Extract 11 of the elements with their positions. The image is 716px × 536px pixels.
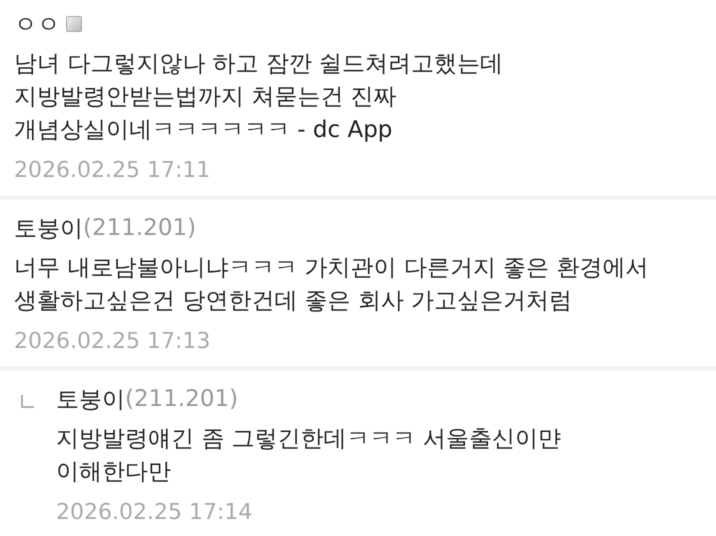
- comment-date: 2026.02.25 17:13: [14, 328, 212, 356]
- author-name: ㅇㅇ: [14, 10, 60, 40]
- comment-date: 2026.02.25 17:11: [14, 157, 212, 185]
- author-name: 토붕이: [14, 214, 83, 244]
- author-name: 토붕이: [56, 386, 125, 414]
- ip-address: (211.201): [125, 386, 238, 412]
- comment-date: 2026.02.25 17:14: [56, 499, 254, 527]
- ip-address: (211.201): [83, 215, 196, 241]
- comment-text: 너무 내로남불아니냐ㅋㅋㅋ 가치관이 다른거지 좋은 환경에서 생활하고싶은건 당연한건데 좋은 회사 가고싶은거처럼: [14, 254, 650, 316]
- comment-text: 남녀 다그렇지않나 하고 잠깐 쉴드쳐려고했는데 지방발령안받는법까지 쳐묻는건 진짜 개념상실이네ㅋㅋㅋㅋㅋㅋ - dc App: [14, 50, 504, 145]
- comment-text: 지방발령얘긴 좀 그렇긴한데ㅋㅋㅋ 서울출신이먄 이해한다만: [56, 425, 562, 487]
